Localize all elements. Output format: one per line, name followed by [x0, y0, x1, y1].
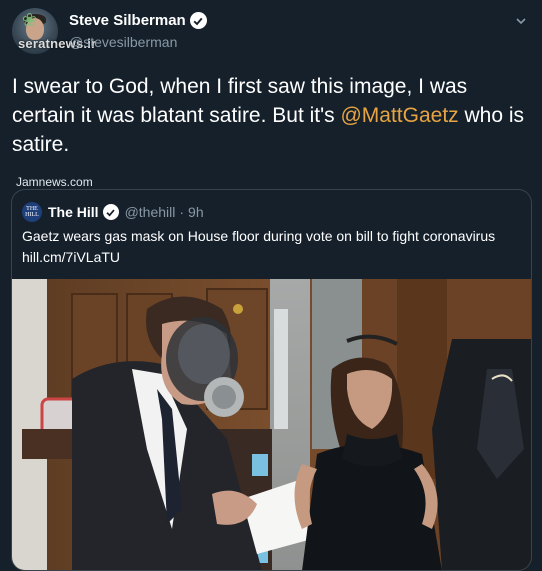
- quoted-author-handle[interactable]: @thehill: [125, 204, 176, 220]
- quoted-header: THE HILL The Hill @thehill · 9h: [22, 202, 204, 222]
- separator-dot: ·: [179, 204, 185, 220]
- watermark-logo-icon: ❀: [22, 10, 38, 30]
- verified-icon: [102, 204, 119, 220]
- tweet-card: ❀ seratnews.ir Steve Silberman @stevesil…: [0, 0, 542, 571]
- verified-icon: [189, 12, 207, 29]
- source-watermark: Jamnews.com: [16, 175, 93, 189]
- quoted-text: Gaetz wears gas mask on House floor duri…: [22, 226, 522, 268]
- quoted-tweet[interactable]: THE HILL The Hill @thehill · 9h Gaetz we…: [11, 189, 532, 571]
- quoted-timestamp[interactable]: 9h: [188, 204, 204, 220]
- tweet-text: I swear to God, when I first saw this im…: [12, 72, 532, 159]
- mention-link[interactable]: @MattGaetz: [340, 104, 458, 127]
- the-hill-logo-icon: THE HILL: [22, 202, 42, 222]
- photo-illustration: [12, 279, 531, 570]
- chevron-down-icon[interactable]: [514, 14, 528, 28]
- quoted-link[interactable]: hill.cm/7iVLaTU: [22, 247, 522, 268]
- quoted-body: Gaetz wears gas mask on House floor duri…: [22, 228, 496, 244]
- quoted-photo[interactable]: [12, 279, 531, 570]
- author-handle[interactable]: @stevesilberman: [69, 34, 177, 50]
- quoted-author-name[interactable]: The Hill: [48, 204, 99, 220]
- author-row: Steve Silberman: [69, 12, 207, 29]
- author-name[interactable]: Steve Silberman: [69, 12, 186, 29]
